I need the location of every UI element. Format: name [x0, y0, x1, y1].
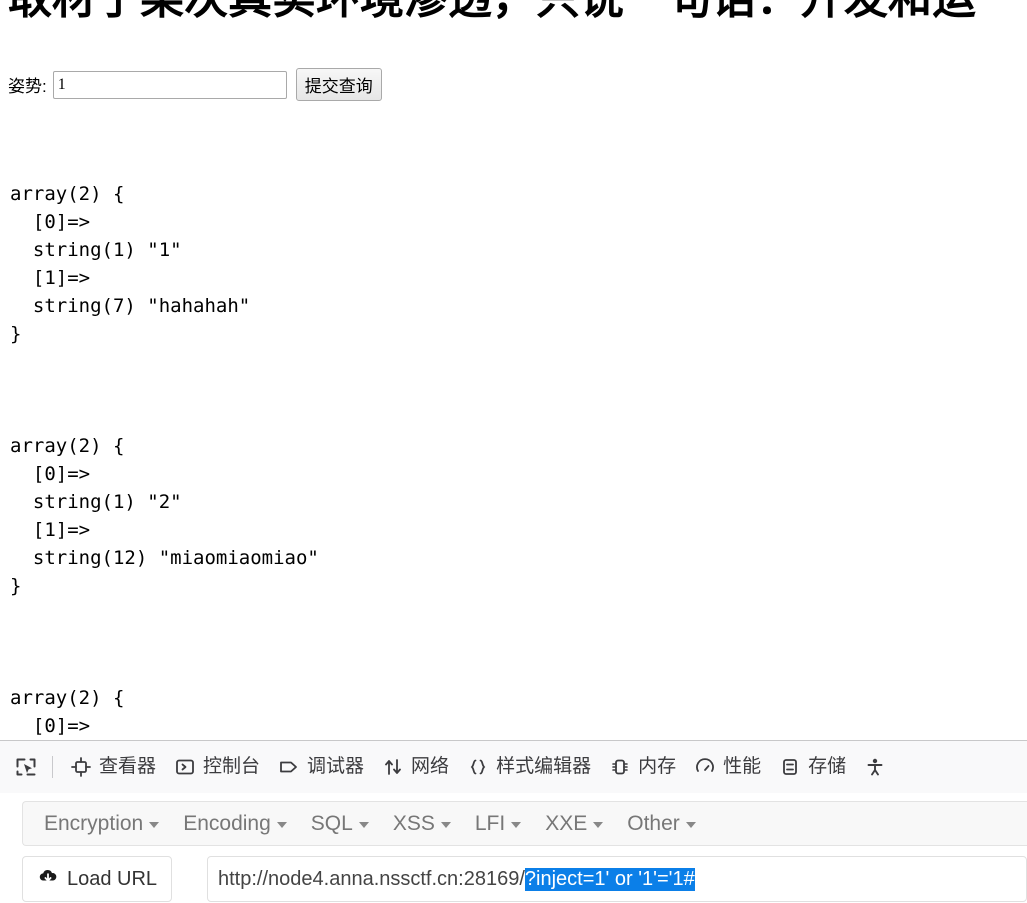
menu-label: LFI [474, 811, 506, 835]
memory-chip-icon [609, 756, 631, 778]
tab-label: 调试器 [307, 756, 365, 777]
tab-console[interactable]: 控制台 [165, 752, 269, 782]
tab-performance[interactable]: 性能 [685, 752, 770, 782]
accessibility-person-icon [864, 756, 886, 778]
hackbar-menu-xxe[interactable]: XXE [533, 808, 615, 840]
hackbar-url-row: Load URL http://node4.anna.nssctf.cn:281… [22, 856, 1027, 903]
hackbar-menu-encoding[interactable]: Encoding [171, 808, 299, 840]
load-url-label: Load URL [66, 867, 158, 890]
tab-label: 网络 [411, 756, 450, 777]
chevron-down-icon [511, 822, 522, 828]
tab-label: 控制台 [203, 756, 261, 777]
tab-network[interactable]: 网络 [373, 752, 458, 782]
menu-label: Other [627, 811, 680, 835]
url-input[interactable]: http://node4.anna.nssctf.cn:28169/?injec… [207, 856, 1027, 902]
hackbar-menu-xss[interactable]: XSS [381, 808, 463, 840]
tab-debugger[interactable]: 调试器 [269, 752, 373, 782]
tab-label: 内存 [638, 756, 677, 777]
var-dump-output: array(2) { [0]=> string(1) "1" [1]=> str… [10, 124, 319, 740]
tab-label: 性能 [723, 756, 762, 777]
console-chevron-icon [174, 756, 196, 778]
performance-gauge-icon [694, 756, 716, 778]
style-editor-braces-icon [467, 756, 489, 778]
page-content: 取材于某次真实环境渗透，只说一句话：开发和运 姿势: 提交查询 array(2)… [0, 0, 1027, 740]
hackbar-menu-encryption[interactable]: Encryption [32, 808, 171, 840]
tab-style-editor[interactable]: 样式编辑器 [458, 752, 600, 782]
debugger-tag-icon [278, 756, 300, 778]
tab-accessibility[interactable] [855, 752, 902, 782]
inject-query-form: 姿势: 提交查询 [8, 68, 382, 101]
var-dump-block: array(2) { [0]=> string(1) "2" [1]=> str… [10, 435, 319, 597]
chevron-down-icon [440, 822, 451, 828]
inspector-target-icon [70, 756, 92, 778]
inject-input-label: 姿势: [8, 77, 47, 96]
menu-label: XSS [392, 811, 435, 835]
var-dump-block: array(2) { [0]=> string(6) "114514" [1]=… [10, 687, 125, 737]
load-url-button[interactable]: Load URL [22, 856, 172, 902]
hackbar-menu-other[interactable]: Other [615, 808, 708, 840]
hackbar-panel: Encryption Encoding SQL XSS LFI XXE Othe… [0, 793, 1027, 903]
network-arrows-icon [382, 756, 404, 778]
chevron-down-icon [685, 822, 696, 828]
menu-label: Encoding [183, 811, 271, 835]
tab-storage[interactable]: 存储 [770, 752, 855, 782]
inject-input[interactable] [52, 70, 287, 99]
chevron-down-icon [358, 822, 369, 828]
submit-query-button[interactable]: 提交查询 [295, 68, 382, 101]
url-selected-text: ?inject=1' or '1'='1# [524, 867, 695, 891]
storage-database-icon [779, 756, 801, 778]
menu-label: XXE [545, 811, 588, 835]
hackbar-menu-sql[interactable]: SQL [299, 808, 381, 840]
menu-label: Encryption [44, 811, 144, 835]
chevron-down-icon [593, 822, 604, 828]
pick-element-icon[interactable] [8, 749, 44, 785]
cloud-download-icon [37, 865, 59, 893]
tab-label: 查看器 [99, 756, 157, 777]
chevron-down-icon [149, 822, 160, 828]
chevron-down-icon [276, 822, 287, 828]
browser-window: 取材于某次真实环境渗透，只说一句话：开发和运 姿势: 提交查询 array(2)… [0, 0, 1027, 903]
tab-inspector[interactable]: 查看器 [61, 752, 165, 782]
toolbar-divider [52, 756, 53, 778]
tab-memory[interactable]: 内存 [600, 752, 685, 782]
hackbar-menu-bar: Encryption Encoding SQL XSS LFI XXE Othe… [22, 801, 1027, 846]
url-prefix-text: http://node4.anna.nssctf.cn:28169/ [218, 867, 525, 890]
hackbar-menu-lfi[interactable]: LFI [463, 808, 533, 840]
page-title: 取材于某次真实环境渗透，只说一句话：开发和运 [8, 0, 976, 24]
devtools-toolbar: 查看器 控制台 调试器 网络 样式编辑器 内存 性能 存储 [0, 741, 1027, 794]
var-dump-block: array(2) { [0]=> string(1) "1" [1]=> str… [10, 183, 251, 345]
tab-label: 存储 [808, 756, 847, 777]
menu-label: SQL [310, 811, 353, 835]
tab-label: 样式编辑器 [496, 756, 592, 777]
